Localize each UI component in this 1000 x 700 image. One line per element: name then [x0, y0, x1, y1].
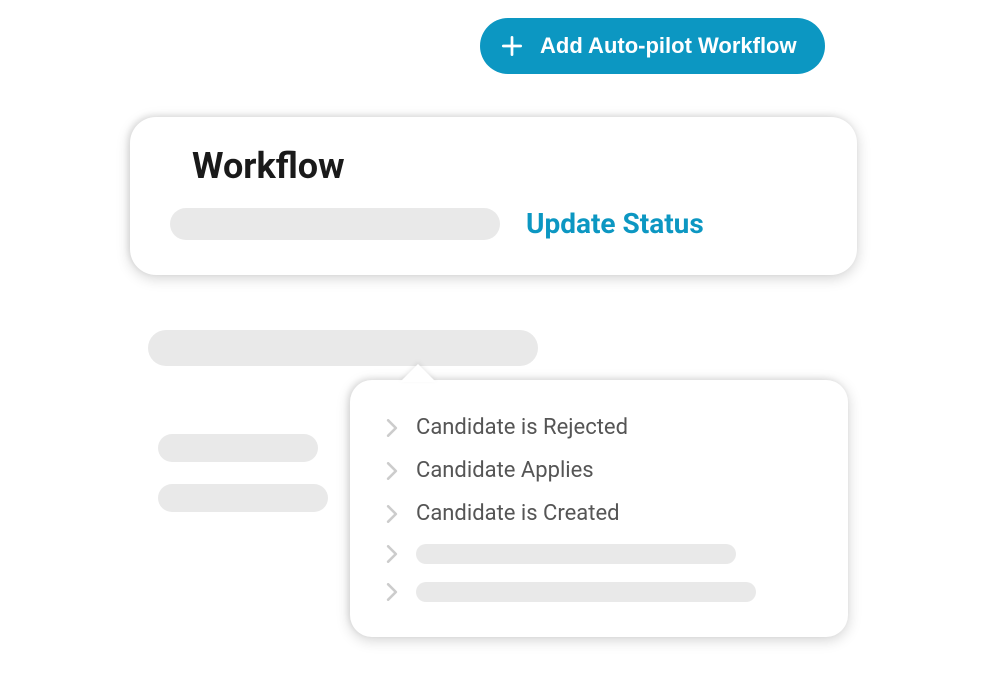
dropdown-item-label: Candidate Applies: [416, 458, 594, 483]
workflow-row: Update Status: [170, 207, 817, 240]
dropdown-item-label: Candidate is Created: [416, 501, 620, 526]
add-workflow-label: Add Auto-pilot Workflow: [540, 33, 797, 59]
dropdown-placeholder: [416, 582, 756, 602]
workflow-placeholder: [170, 208, 500, 240]
add-workflow-button[interactable]: Add Auto-pilot Workflow: [480, 18, 825, 74]
dropdown-item-applies[interactable]: Candidate Applies: [380, 449, 818, 492]
option-placeholder-1: [158, 434, 318, 462]
workflow-title: Workflow: [192, 145, 817, 187]
dropdown-item-label: Candidate is Rejected: [416, 415, 628, 440]
update-status-link[interactable]: Update Status: [526, 207, 704, 240]
plus-icon: [498, 32, 526, 60]
dropdown-placeholder: [416, 544, 736, 564]
dropdown-item-created[interactable]: Candidate is Created: [380, 492, 818, 535]
chevron-right-icon: [384, 463, 400, 479]
chevron-right-icon: [384, 584, 400, 600]
dropdown-item-placeholder[interactable]: [380, 573, 818, 611]
dropdown-item-placeholder[interactable]: [380, 535, 818, 573]
option-placeholder-2: [158, 484, 328, 512]
workflow-card: Workflow Update Status: [130, 117, 857, 275]
dropdown-caret-icon: [400, 364, 436, 382]
chevron-right-icon: [384, 506, 400, 522]
chevron-right-icon: [384, 546, 400, 562]
dropdown-item-rejected[interactable]: Candidate is Rejected: [380, 406, 818, 449]
trigger-dropdown: Candidate is Rejected Candidate Applies …: [350, 380, 848, 637]
trigger-placeholder: [148, 330, 538, 366]
chevron-right-icon: [384, 420, 400, 436]
